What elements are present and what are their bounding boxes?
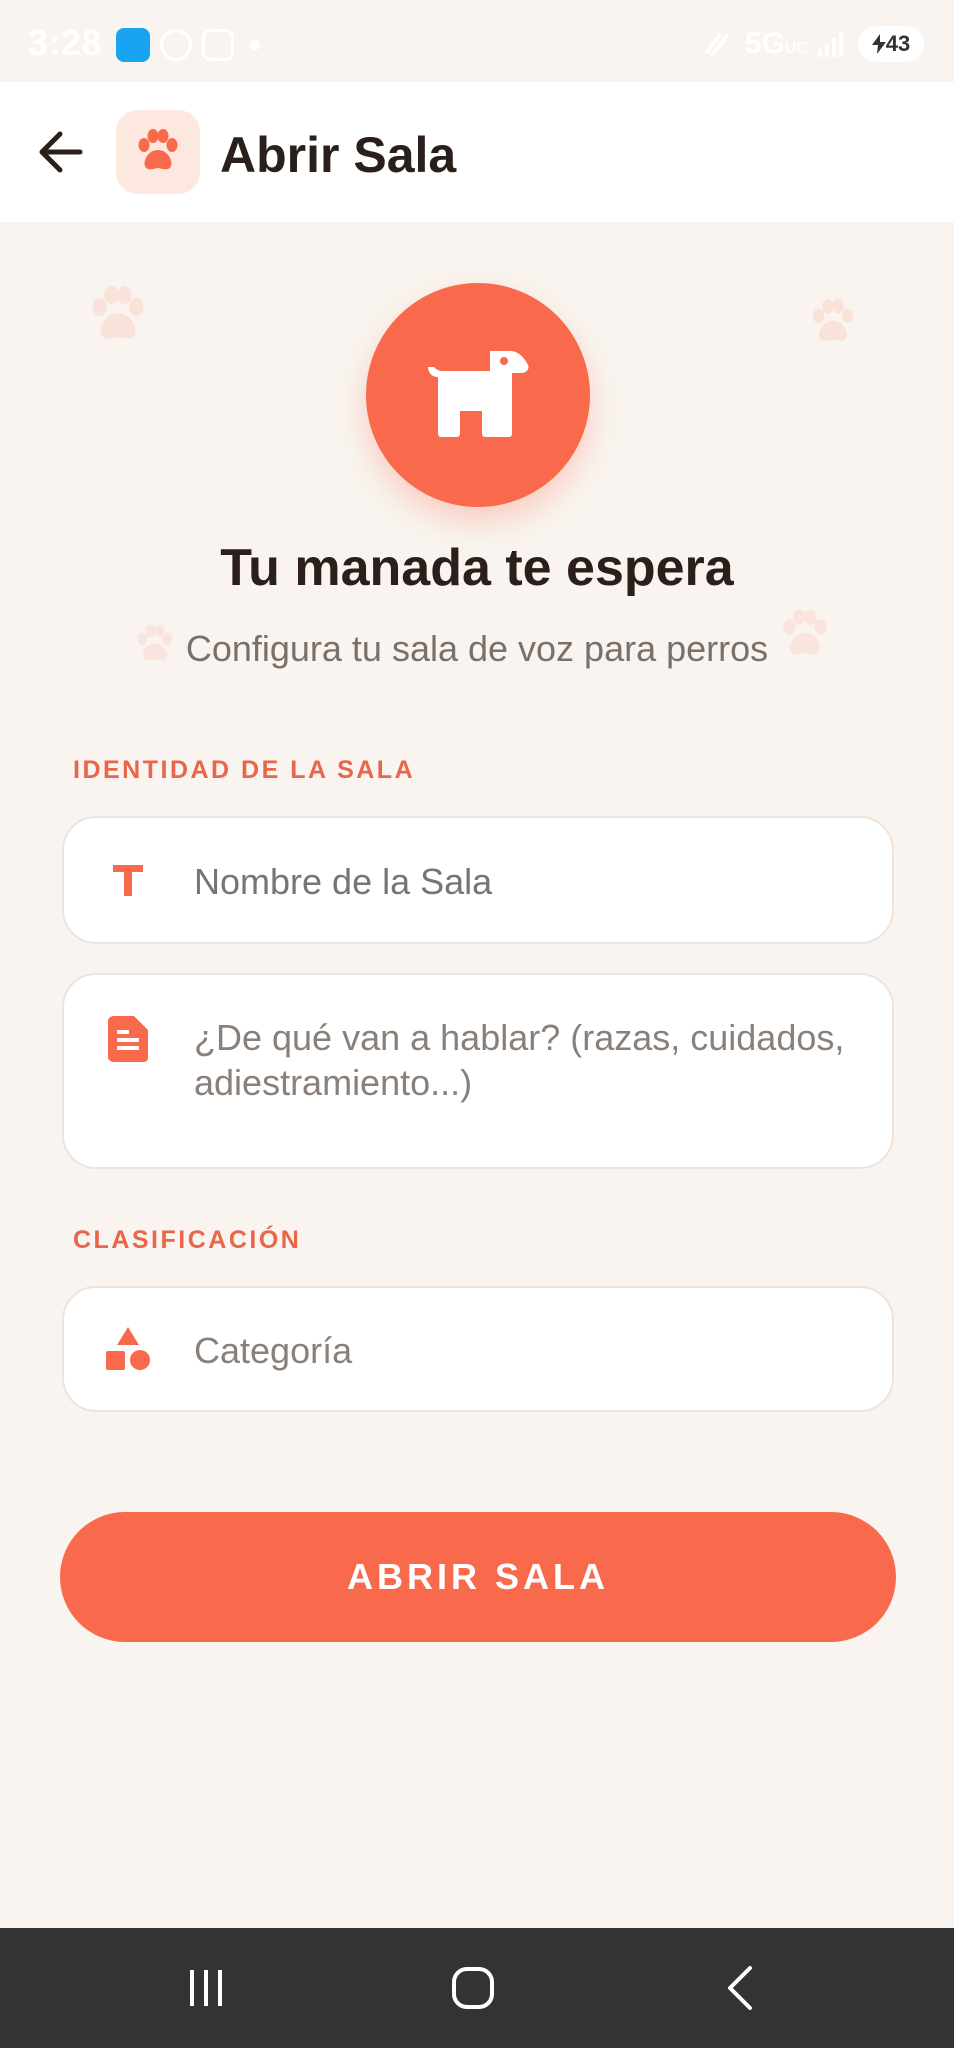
text-format-icon: [104, 856, 152, 904]
description-field[interactable]: ¿De qué van a hablar? (razas, cuidados, …: [62, 973, 894, 1169]
category-field[interactable]: Categoría: [62, 1286, 894, 1412]
identity-section-label: IDENTIDAD DE LA SALA: [73, 756, 416, 784]
status-time: 3:28: [28, 22, 103, 63]
home-button[interactable]: [443, 1958, 503, 2018]
screen-record-icon: [202, 29, 234, 61]
camera-app-icon: [116, 28, 150, 62]
system-nav-bar: [0, 1928, 954, 2048]
open-room-button[interactable]: ABRIR SALA: [60, 1512, 896, 1642]
nav-back-button[interactable]: [710, 1958, 770, 2018]
signal-icon: [818, 31, 848, 57]
description-input[interactable]: ¿De qué van a hablar? (razas, cuidados, …: [194, 1015, 852, 1105]
back-button[interactable]: [30, 120, 94, 184]
app-bar: Abrir Sala: [0, 82, 954, 222]
classification-section-label: CLASIFICACIÓN: [73, 1226, 302, 1254]
network-type: 5GUC: [744, 27, 808, 60]
category-shapes-icon: [104, 1326, 152, 1374]
arrow-left-icon: [39, 131, 83, 173]
recents-icon: [190, 1970, 222, 2006]
header-logo: [116, 110, 200, 194]
paw-icon: [138, 129, 178, 170]
notification-icons: [116, 28, 260, 62]
battery-indicator: 43: [858, 26, 924, 62]
document-icon: [104, 1015, 152, 1063]
battery-level: 43: [885, 31, 911, 56]
wifi-calling-icon: [704, 34, 729, 56]
whatsapp-icon: [160, 29, 192, 61]
room-name-input[interactable]: [194, 858, 852, 906]
decorative-paw-icon: [812, 299, 854, 341]
recents-button[interactable]: [176, 1958, 236, 2018]
open-room-screen: 3:28 5GUC 43 Abrir Sala Tu manada te esp…: [0, 0, 954, 2048]
page-title: Abrir Sala: [220, 127, 457, 183]
hero-badge: [366, 283, 590, 507]
charging-bolt-icon: [871, 34, 886, 54]
dog-icon: [428, 351, 529, 437]
back-chevron-icon: [728, 1966, 752, 2010]
hero-subtitle: Configura tu sala de voz para perros: [185, 628, 769, 669]
home-icon: [452, 1967, 494, 2009]
decorative-paw-icon: [92, 285, 144, 339]
room-name-field[interactable]: [62, 816, 894, 944]
more-notifications-dot-icon: [250, 40, 260, 50]
category-select[interactable]: Categoría: [194, 1328, 852, 1373]
hero-title: Tu manada te espera: [220, 539, 734, 597]
system-status: 5GUC 43: [703, 26, 924, 62]
status-bar: 3:28 5GUC 43: [0, 0, 954, 82]
